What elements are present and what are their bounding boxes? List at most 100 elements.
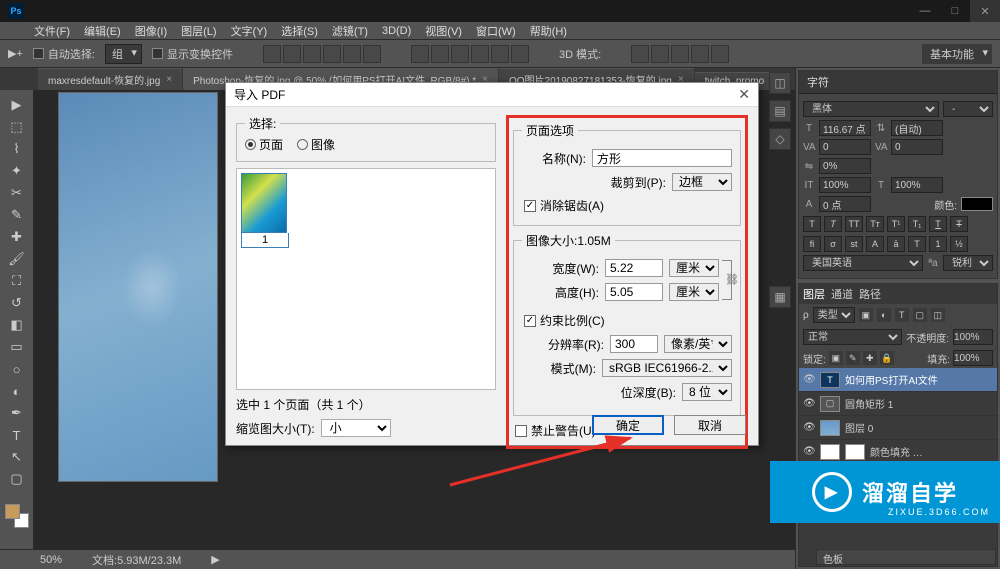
blur-tool[interactable]: ○ xyxy=(6,358,28,380)
style-select[interactable]: - xyxy=(943,101,993,117)
menu-type[interactable]: 文字(Y) xyxy=(225,22,274,40)
history-tool[interactable]: ↺ xyxy=(6,292,28,314)
ot-button[interactable]: A xyxy=(866,236,884,252)
strike-button[interactable]: T xyxy=(950,216,968,232)
res-unit[interactable]: 像素/英寸 xyxy=(664,335,732,353)
mode3d-icon[interactable] xyxy=(671,45,689,63)
chevron-icon[interactable]: ▶ xyxy=(211,553,219,566)
lock-icon[interactable]: ✚ xyxy=(863,351,877,365)
type-tool[interactable]: T xyxy=(6,424,28,446)
filter-icon[interactable]: ◫ xyxy=(931,308,945,322)
thumbnail-area[interactable]: 1 xyxy=(236,168,496,390)
distribute-icon[interactable] xyxy=(511,45,529,63)
vscale-input[interactable] xyxy=(819,177,871,193)
ot-button[interactable]: ½ xyxy=(950,236,968,252)
italic-button[interactable]: T xyxy=(824,216,842,232)
stamp-tool[interactable]: ⛶ xyxy=(6,270,28,292)
width-input[interactable] xyxy=(605,259,663,277)
color-swatch[interactable] xyxy=(961,197,993,211)
eyedropper-tool[interactable]: ✎ xyxy=(6,204,28,226)
cancel-button[interactable]: 取消 xyxy=(674,415,746,435)
link-icon[interactable] xyxy=(722,260,732,300)
caps-button[interactable]: TT xyxy=(845,216,863,232)
kerning-input[interactable] xyxy=(819,139,871,155)
close-button[interactable]: ✕ xyxy=(970,0,1000,22)
lasso-tool[interactable]: ⌇ xyxy=(6,138,28,160)
width-unit[interactable]: 厘米 xyxy=(669,259,719,277)
mode3d-icon[interactable] xyxy=(691,45,709,63)
marquee-tool[interactable]: ⬚ xyxy=(6,116,28,138)
autoselect-dropdown[interactable]: 组 xyxy=(105,44,142,64)
filter-icon[interactable]: T xyxy=(895,308,909,322)
dodge-tool[interactable]: ◐ xyxy=(6,380,28,402)
bold-button[interactable]: T xyxy=(803,216,821,232)
distribute-icon[interactable] xyxy=(451,45,469,63)
layer-row[interactable]: 👁 ▢ 圆角矩形 1 xyxy=(799,392,997,416)
nav-icon[interactable]: ◫ xyxy=(769,72,791,94)
layer-row[interactable]: 👁 T 如何用PS打开AI文件 xyxy=(799,368,997,392)
lock-icon[interactable]: 🔒 xyxy=(880,351,894,365)
align-icon[interactable] xyxy=(363,45,381,63)
menu-3d[interactable]: 3D(D) xyxy=(376,24,417,38)
tracking-input[interactable] xyxy=(891,139,943,155)
leading-input[interactable] xyxy=(891,120,943,136)
scale-input[interactable] xyxy=(819,158,871,174)
underline-button[interactable]: T xyxy=(929,216,947,232)
gradient-tool[interactable]: ▭ xyxy=(6,336,28,358)
crop-select[interactable]: 边框 xyxy=(672,173,732,191)
shape-tool[interactable]: ▢ xyxy=(6,468,28,490)
panel-tab[interactable]: 字符 xyxy=(799,71,997,94)
pdf-page-thumb[interactable]: 1 xyxy=(241,173,289,248)
name-input[interactable] xyxy=(592,149,732,167)
fg-color[interactable] xyxy=(5,504,20,519)
align-icon[interactable] xyxy=(323,45,341,63)
visibility-icon[interactable]: 👁 xyxy=(803,398,815,409)
close-icon[interactable]: ✕ xyxy=(738,86,750,103)
wand-tool[interactable]: ✦ xyxy=(6,160,28,182)
baseline-input[interactable] xyxy=(819,196,871,212)
mode-select[interactable]: sRGB IEC61966-2.1 xyxy=(602,359,732,377)
constrain-check[interactable] xyxy=(524,315,536,327)
menu-help[interactable]: 帮助(H) xyxy=(524,22,573,40)
radio-image[interactable]: 图像 xyxy=(297,136,335,153)
workspace-dropdown[interactable]: 基本功能 xyxy=(922,44,992,64)
menu-edit[interactable]: 编辑(E) xyxy=(78,22,127,40)
color-swatch[interactable] xyxy=(5,504,29,528)
filter-icon[interactable]: ▢ xyxy=(913,308,927,322)
align-icon[interactable] xyxy=(303,45,321,63)
height-unit[interactable]: 厘米 xyxy=(669,283,719,301)
ot-button[interactable]: σ xyxy=(824,236,842,252)
layer-row[interactable]: 👁 图层 0 xyxy=(799,416,997,440)
align-icon[interactable] xyxy=(283,45,301,63)
zoom-level[interactable]: 50% xyxy=(40,554,62,566)
filter-icon[interactable]: ◐ xyxy=(877,308,891,322)
radio-page[interactable]: 页面 xyxy=(245,136,283,153)
filter-icon[interactable]: ▣ xyxy=(859,308,873,322)
maximize-button[interactable]: □ xyxy=(940,0,970,22)
minimize-button[interactable]: — xyxy=(910,0,940,22)
size-input[interactable] xyxy=(819,120,871,136)
tab-layers[interactable]: 图层 xyxy=(803,286,825,302)
showtransform-check[interactable]: 显示变换控件 xyxy=(152,46,233,62)
path-tool[interactable]: ↖ xyxy=(6,446,28,468)
fill-input[interactable] xyxy=(953,350,993,366)
tab-channels[interactable]: 通道 xyxy=(831,286,853,302)
align-icon[interactable] xyxy=(343,45,361,63)
close-icon[interactable]: × xyxy=(166,74,172,85)
font-select[interactable]: 黑体 xyxy=(803,101,939,117)
res-input[interactable] xyxy=(610,335,658,353)
ok-button[interactable]: 确定 xyxy=(592,415,664,435)
autoselect-check[interactable]: 自动选择: xyxy=(33,46,95,62)
blendmode-select[interactable]: 正常 xyxy=(803,329,902,345)
heal-tool[interactable]: ✚ xyxy=(6,226,28,248)
pen-tool[interactable]: ✒ xyxy=(6,402,28,424)
distribute-icon[interactable] xyxy=(471,45,489,63)
thumbsize-select[interactable]: 小 xyxy=(321,419,391,437)
filter-select[interactable]: 类型 xyxy=(813,307,855,323)
brush-tool[interactable]: 🖌 xyxy=(6,248,28,270)
move-tool[interactable]: ▶ xyxy=(6,94,28,116)
sub-button[interactable]: T₁ xyxy=(908,216,926,232)
menu-view[interactable]: 视图(V) xyxy=(419,22,468,40)
suppress-check[interactable] xyxy=(515,425,527,437)
menu-layer[interactable]: 图层(L) xyxy=(175,22,222,40)
